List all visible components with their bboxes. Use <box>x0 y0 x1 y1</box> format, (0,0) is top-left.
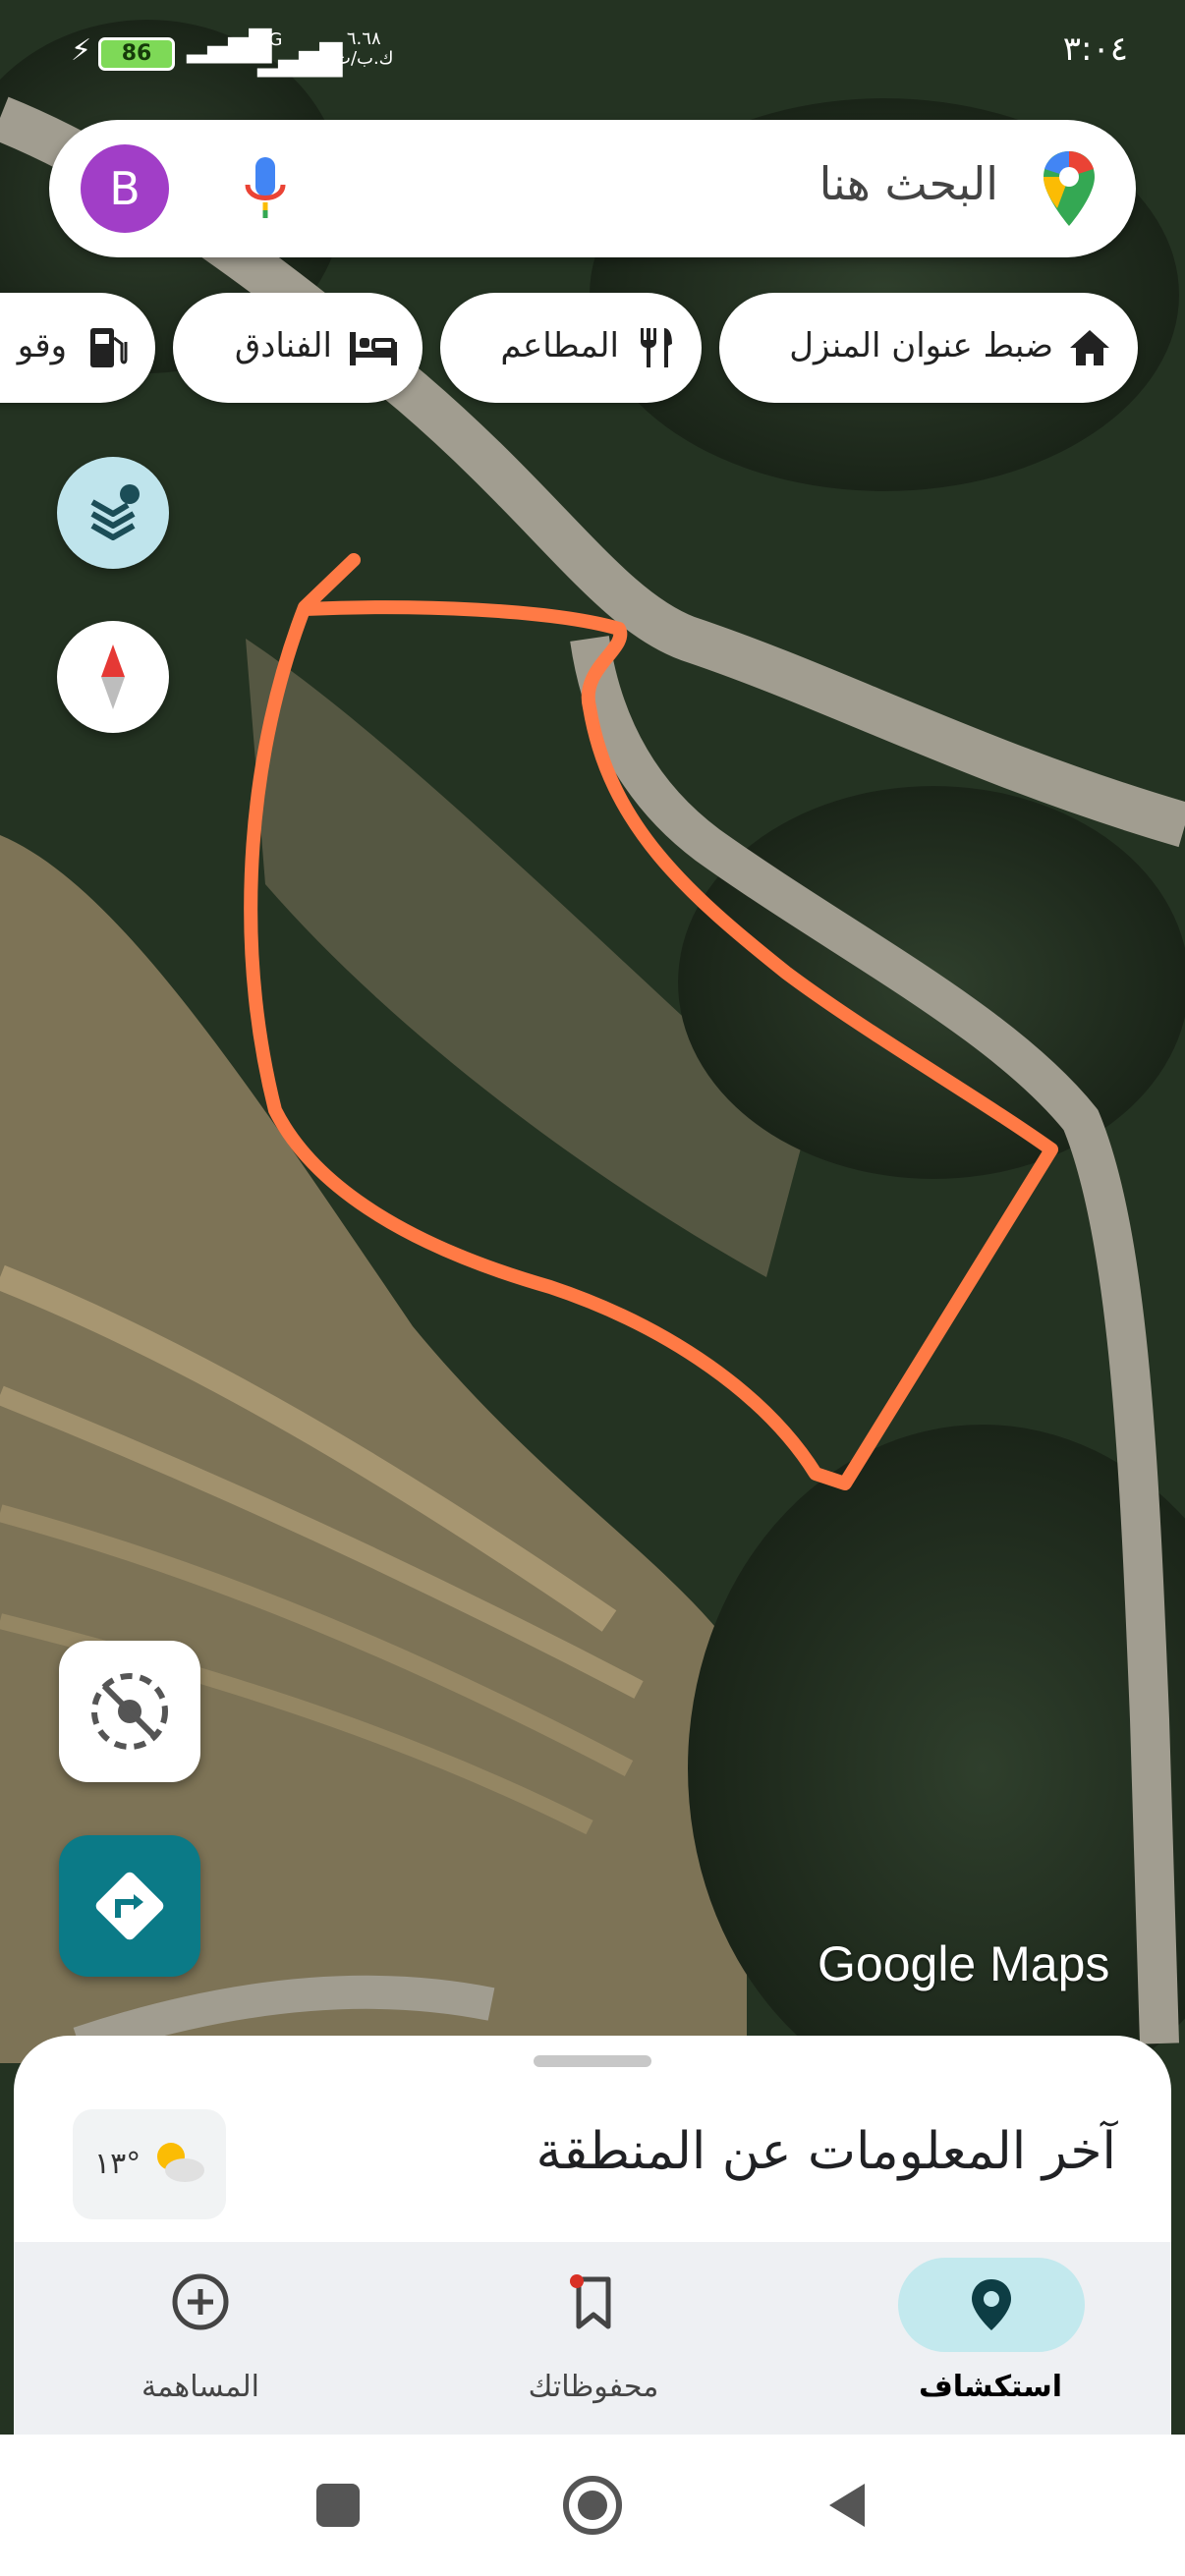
weather-widget[interactable]: ١٣° <box>73 2109 226 2219</box>
search-bar[interactable]: B البحث هنا <box>49 120 1136 257</box>
compass-button[interactable] <box>57 621 169 733</box>
home-icon <box>1070 330 1109 365</box>
gas-station-icon <box>90 328 128 367</box>
layers-icon <box>90 484 140 540</box>
my-location-button[interactable] <box>59 1641 200 1782</box>
hotel-icon <box>350 332 397 365</box>
sheet-title: آخر المعلومات عن المنطقة <box>536 2122 1116 2181</box>
system-navigation-bar <box>0 2435 1185 2576</box>
recent-apps-icon[interactable] <box>309 2476 367 2535</box>
category-chips: ضبط عنوان المنزل المطاعم الفنادق وقو <box>0 293 1185 403</box>
status-bar: ⚡ 86 ▂▄▆█ 4G ▂▄▆█ ٦.٦٨ ك.ب/ث ٣:٠٤ <box>0 0 1185 106</box>
chip-hotels[interactable]: الفنادق <box>173 293 423 403</box>
microphone-icon[interactable] <box>236 151 295 230</box>
explore-pin-icon <box>972 2279 1011 2330</box>
google-maps-watermark: Google Maps <box>818 1936 1110 1991</box>
charging-icon: ⚡ <box>71 33 92 68</box>
clock: ٣:٠٤ <box>1062 29 1128 69</box>
partly-cloudy-icon <box>157 2143 204 2182</box>
avatar[interactable]: B <box>81 144 169 233</box>
maps-pin-icon <box>1044 151 1095 226</box>
sheet-drag-handle[interactable] <box>534 2055 651 2067</box>
weather-temp: ١٣° <box>94 2147 141 2181</box>
layers-button[interactable] <box>57 457 169 569</box>
chip-gas[interactable]: وقو <box>0 293 155 403</box>
signal-icon-2: ▂▄▆█ <box>257 43 342 78</box>
home-nav-icon[interactable] <box>558 2471 627 2540</box>
restaurant-icon <box>641 328 672 367</box>
directions-button[interactable] <box>59 1835 200 1977</box>
location-disabled-icon <box>91 1673 168 1750</box>
network-speed: ٦.٦٨ ك.ب/ث <box>334 28 394 69</box>
directions-icon <box>95 1872 164 1940</box>
chip-restaurants[interactable]: المطاعم <box>440 293 702 403</box>
search-placeholder: البحث هنا <box>818 157 998 210</box>
nav-contribute[interactable]: المساهمة <box>53 2242 348 2435</box>
add-circle-icon <box>172 2273 229 2330</box>
bottom-navigation: استكشاف محفوظاتك المساهمة <box>14 2242 1171 2435</box>
bookmark-icon <box>570 2274 611 2329</box>
chip-set-home[interactable]: ضبط عنوان المنزل <box>719 293 1138 403</box>
battery-indicator: 86 <box>98 37 175 71</box>
bottom-sheet[interactable]: ١٣° آخر المعلومات عن المنطقة <box>14 2036 1171 2242</box>
compass-icon <box>101 644 125 709</box>
back-icon[interactable] <box>818 2476 876 2535</box>
nav-explore[interactable]: استكشاف <box>843 2242 1138 2435</box>
nav-saved[interactable]: محفوظاتك <box>446 2242 741 2435</box>
